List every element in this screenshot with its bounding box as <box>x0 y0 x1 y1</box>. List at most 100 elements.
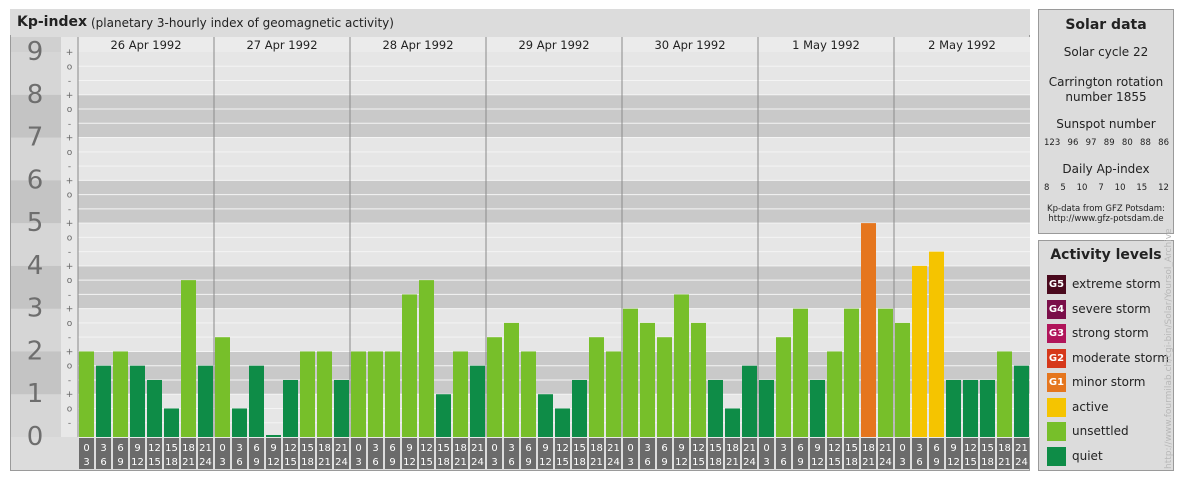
interval-start-label: 12 <box>964 443 977 454</box>
interval-start-label: 6 <box>525 443 531 454</box>
interval-start-label: 6 <box>797 443 803 454</box>
interval-start-label: 21 <box>1015 443 1028 454</box>
interval-end-label: 6 <box>100 457 106 468</box>
kp-chart: 0123456789-o+-o+-o+-o+-o+-o+-o+-o+-o+26 … <box>11 37 1030 469</box>
interval-end-label: 15 <box>828 457 841 468</box>
interval-start-label: 12 <box>692 443 705 454</box>
kp-bar <box>623 308 638 437</box>
interval-end-label: 18 <box>845 457 858 468</box>
kp-bar <box>572 379 587 437</box>
interval-end-label: 6 <box>236 457 242 468</box>
ap-value: 8 <box>1044 183 1050 193</box>
kp-bar <box>504 322 519 437</box>
kp-bar <box>79 351 94 437</box>
interval-start-label: 9 <box>814 443 820 454</box>
sunspot-value: 96 <box>1067 138 1079 148</box>
interval-end-label: 21 <box>726 457 739 468</box>
kp-bar <box>266 435 281 437</box>
interval-end-label: 3 <box>355 457 361 468</box>
interval-end-label: 6 <box>508 457 514 468</box>
interval-start-label: 18 <box>998 443 1011 454</box>
kp-bar <box>249 365 264 437</box>
interval-end-label: 15 <box>556 457 569 468</box>
interval-start-label: 12 <box>284 443 297 454</box>
kp-bar <box>232 408 247 437</box>
interval-end-label: 24 <box>335 457 348 468</box>
interval-start-label: 18 <box>318 443 331 454</box>
interval-start-label: 3 <box>508 443 514 454</box>
interval-end-label: 21 <box>182 457 195 468</box>
carrington-line-1: Carrington rotation <box>1048 75 1164 89</box>
legend-swatch: G1 <box>1047 373 1066 392</box>
legend-swatch: G5 <box>1047 275 1066 294</box>
interval-start-label: 15 <box>709 443 722 454</box>
source-line-2: http://www.gfz-potsdam.de <box>1048 214 1164 224</box>
kp-bar <box>147 379 162 437</box>
interval-end-label: 3 <box>83 457 89 468</box>
kp-bar <box>742 365 757 437</box>
chart-title: Kp-index <box>17 14 87 30</box>
sunspot-title: Sunspot number <box>1056 117 1156 131</box>
kp-bar <box>997 351 1012 437</box>
kp-bar <box>96 365 111 437</box>
interval-start-label: 18 <box>726 443 739 454</box>
interval-end-label: 18 <box>709 457 722 468</box>
kp-band <box>78 137 1030 181</box>
y-minor-tick: + <box>66 347 74 357</box>
legend-swatch <box>1047 446 1066 466</box>
kp-band <box>78 52 1030 95</box>
ap-value: 12 <box>1158 183 1169 193</box>
interval-end-label: 9 <box>661 457 667 468</box>
y-minor-tick: o <box>67 148 73 158</box>
interval-start-label: 3 <box>236 443 242 454</box>
ap-value: 7 <box>1098 183 1104 193</box>
interval-start-label: 21 <box>743 443 756 454</box>
kp-band <box>78 180 1030 224</box>
interval-start-label: 15 <box>845 443 858 454</box>
y-minor-tick: o <box>67 404 73 414</box>
activity-levels-panel: Activity levels G5 extreme storm G4 seve… <box>1038 240 1174 471</box>
y-tick-label: 4 <box>27 251 44 281</box>
interval-end-label: 3 <box>899 457 905 468</box>
solar-data-title: Solar data <box>1065 17 1147 33</box>
kp-bar <box>963 379 978 437</box>
kp-bar <box>334 379 349 437</box>
interval-end-label: 18 <box>301 457 314 468</box>
legend-label: quiet <box>1072 448 1103 463</box>
kp-band <box>78 223 1030 266</box>
interval-start-label: 15 <box>165 443 178 454</box>
interval-end-label: 6 <box>372 457 378 468</box>
chart-header: Kp-index (planetary 3-hourly index of ge… <box>10 9 1030 35</box>
interval-start-label: 6 <box>389 443 395 454</box>
interval-start-label: 9 <box>542 443 548 454</box>
interval-end-label: 21 <box>998 457 1011 468</box>
interval-end-label: 15 <box>148 457 161 468</box>
interval-end-label: 21 <box>318 457 331 468</box>
y-tick-label: 9 <box>27 37 44 67</box>
chart-subtitle: (planetary 3-hourly index of geomagnetic… <box>91 16 394 30</box>
kp-bar <box>113 351 128 437</box>
interval-start-label: 3 <box>644 443 650 454</box>
kp-bar <box>793 308 808 437</box>
kp-band <box>78 265 1030 309</box>
sunspot-value: 123 <box>1044 138 1061 148</box>
y-minor-tick: + <box>66 390 74 400</box>
kp-bar <box>606 351 621 437</box>
kp-bar <box>164 408 179 437</box>
legend-swatch: G3 <box>1047 324 1066 343</box>
legend-swatch <box>1047 422 1066 441</box>
y-minor-tick: - <box>68 333 71 343</box>
ap-row: 8 5 10 7 10 15 12 <box>1044 183 1169 193</box>
legend-label: extreme storm <box>1072 277 1161 291</box>
kp-bar <box>946 379 961 437</box>
interval-end-label: 12 <box>267 457 280 468</box>
carrington-line-2: number 1855 <box>1065 90 1147 104</box>
interval-start-label: 0 <box>899 443 905 454</box>
kp-bar <box>215 337 230 437</box>
y-tick-label: 8 <box>27 80 44 110</box>
kp-bar <box>674 294 689 437</box>
watermark-text: http://www.fourmilab.ch/cgi-bin/Solar/Yo… <box>1164 228 1174 469</box>
interval-end-label: 12 <box>811 457 824 468</box>
interval-end-label: 12 <box>403 457 416 468</box>
y-tick-label: 2 <box>27 336 44 366</box>
